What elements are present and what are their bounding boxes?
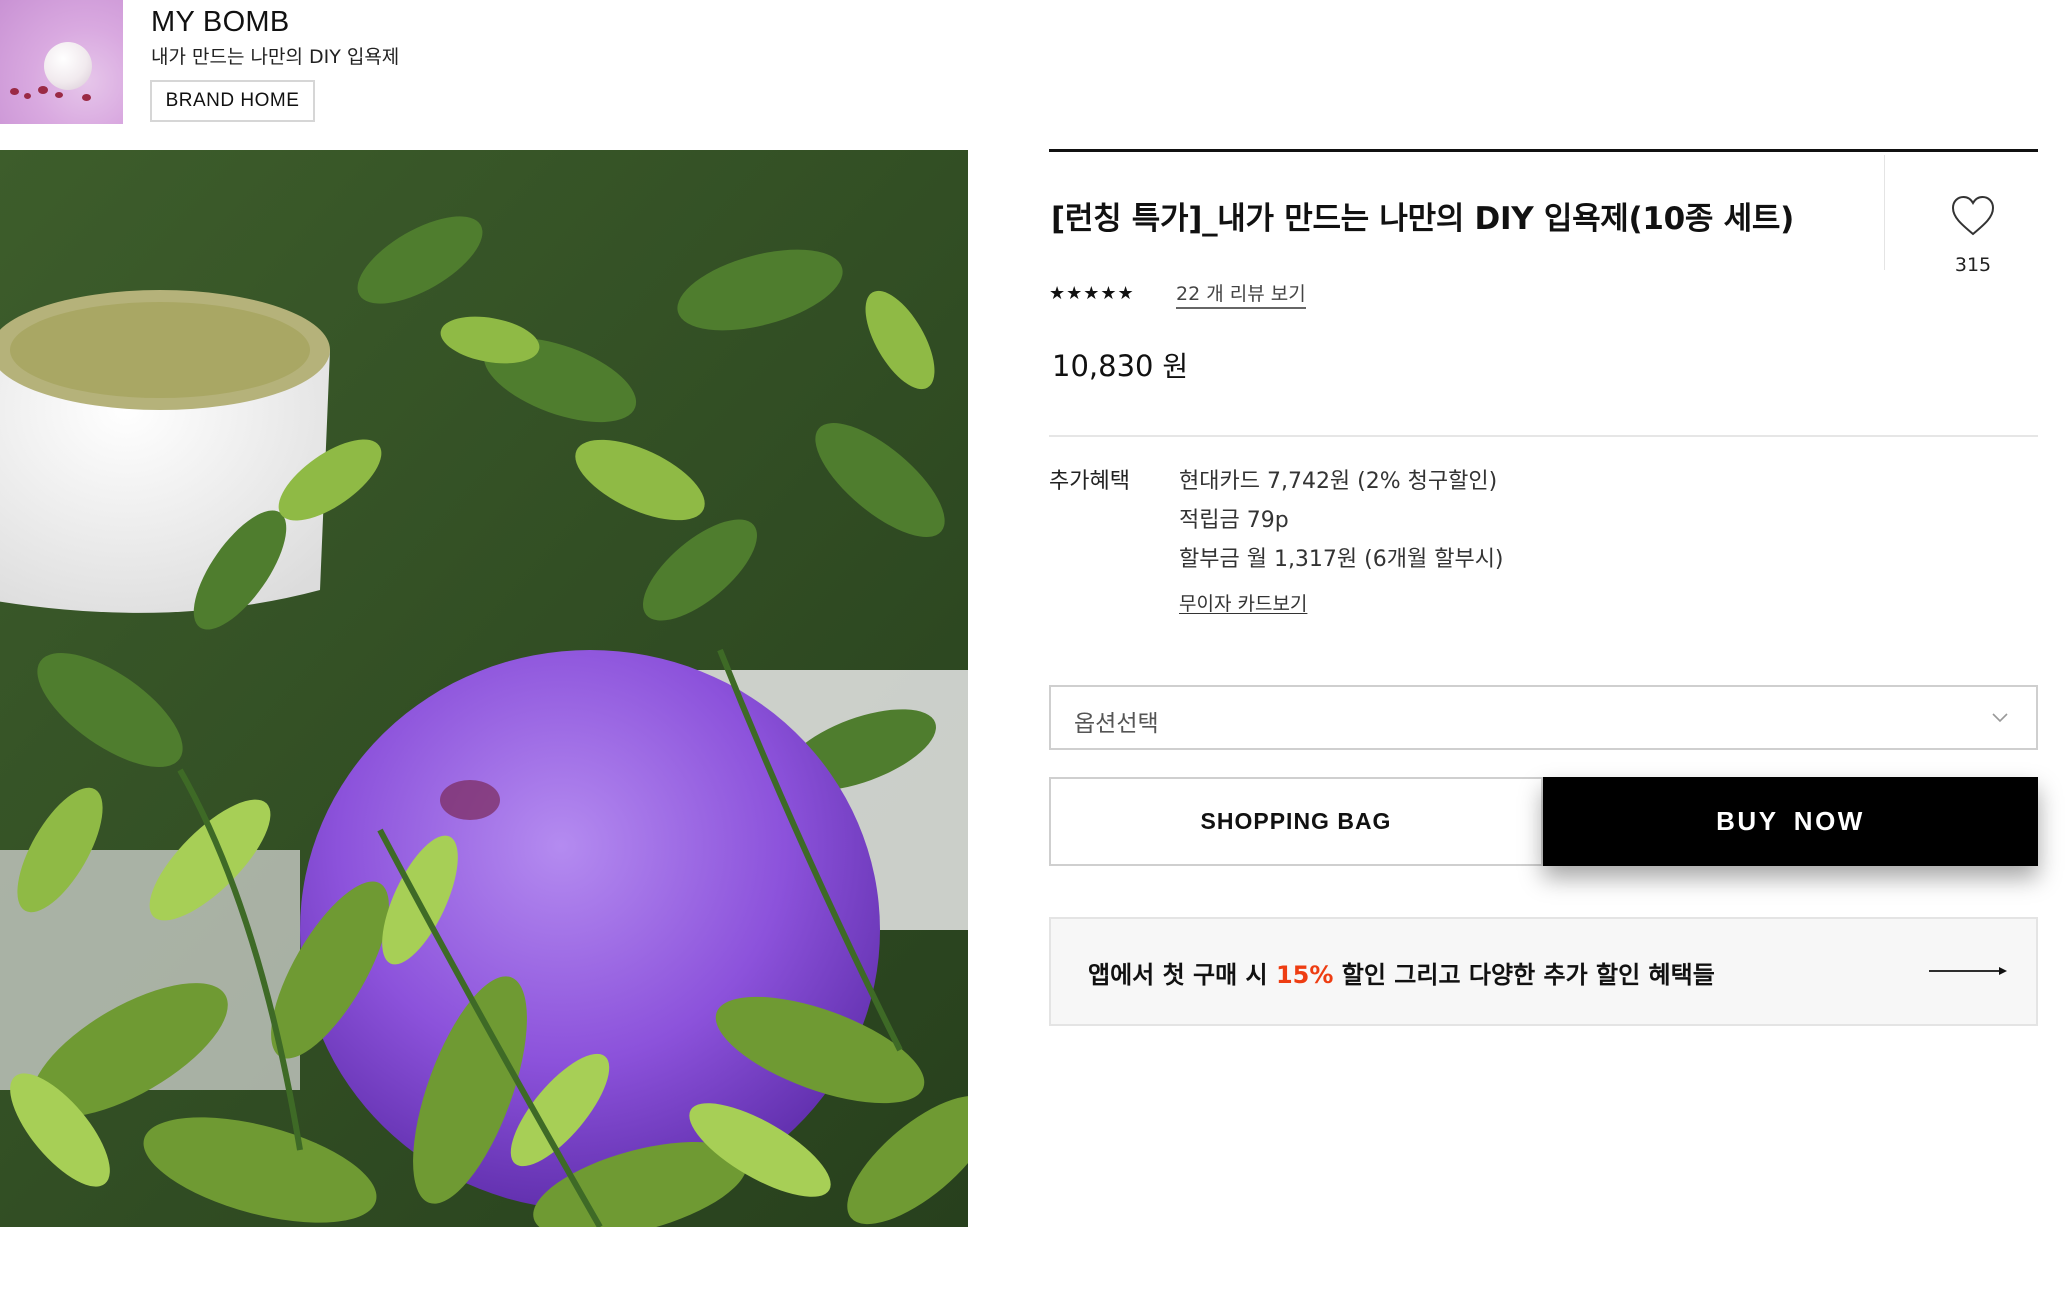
buy-now-button[interactable]: BUY NOW [1543,777,2038,866]
top-divider [1049,149,2038,152]
interest-free-card-link[interactable]: 무이자 카드보기 [1179,589,1307,616]
petal-decoration [82,94,91,101]
promo-highlight: 15% [1275,961,1334,989]
app-promo-banner[interactable]: 앱에서 첫 구매 시 15% 할인 그리고 다양한 추가 할인 혜택들 [1049,917,2038,1026]
arrow-right-icon [1929,967,2007,975]
benefit-installment: 할부금 월 1,317원 (6개월 할부시) [1179,547,1504,572]
benefit-points: 적립금 79p [1179,508,1289,533]
shopping-bag-button[interactable]: SHOPPING BAG [1049,777,1543,866]
wishlist-count: 315 [1954,254,1992,276]
product-image[interactable] [0,150,968,1227]
petal-decoration [10,88,19,95]
petal-decoration [38,86,48,94]
heart-outline-icon[interactable] [1951,195,1995,237]
product-photo [0,150,968,1227]
review-link[interactable]: 22 개 리뷰 보기 [1176,279,1306,309]
petal-decoration [55,92,63,98]
rating-stars: ★★★★★ [1049,283,1135,304]
wishlist-divider [1884,155,1885,270]
brand-name[interactable]: MY BOMB [151,6,290,39]
benefit-card-discount: 현대카드 7,742원 (2% 청구할인) [1179,469,1498,494]
promo-text-before: 앱에서 첫 구매 시 [1088,961,1276,989]
price-divider [1049,435,2038,437]
price-value: 10,830 [1052,349,1154,383]
brand-thumbnail[interactable] [0,0,123,124]
brand-home-button[interactable]: BRAND HOME [150,80,315,122]
promo-text-after: 할인 그리고 다양한 추가 할인 혜택들 [1333,961,1715,989]
price: 10,830 원 [1052,345,1188,385]
bath-bomb-thumbnail [44,42,92,90]
option-select[interactable]: 옵션선택 [1049,685,2038,750]
chevron-down-icon [1992,713,2008,723]
petal-decoration [24,93,31,99]
benefit-label: 추가혜택 [1049,469,1130,494]
option-select-placeholder: 옵션선택 [1074,711,1159,737]
price-unit: 원 [1162,350,1189,383]
promo-text: 앱에서 첫 구매 시 15% 할인 그리고 다양한 추가 할인 혜택들 [1088,955,1715,990]
product-title: [런칭 특가]_내가 만드는 나만의 DIY 입욕제(10종 세트) [1051,201,1794,237]
brand-tagline: 내가 만드는 나만의 DIY 입욕제 [151,46,400,68]
